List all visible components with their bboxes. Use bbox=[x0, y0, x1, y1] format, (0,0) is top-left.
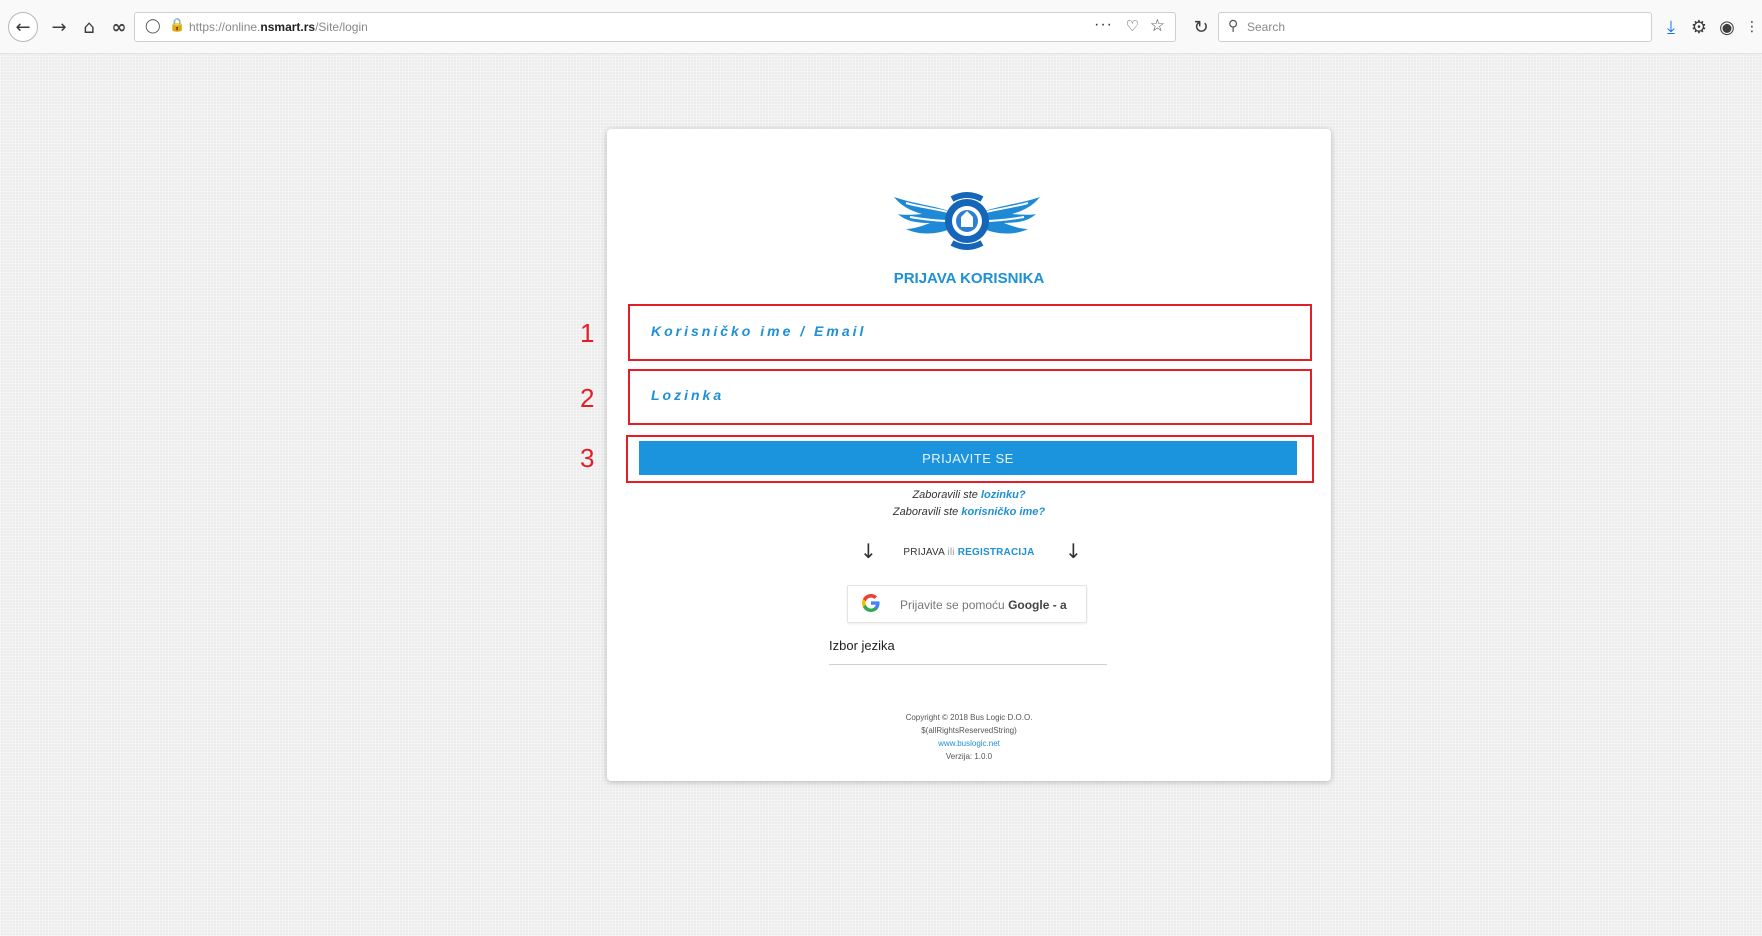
password-input[interactable] bbox=[631, 371, 1307, 419]
language-select-underline bbox=[829, 664, 1107, 665]
mode-login-label: PRIJAVA bbox=[903, 547, 945, 558]
back-arrow-icon[interactable]: ← bbox=[8, 12, 38, 42]
page-actions-icon[interactable]: ··· bbox=[1094, 16, 1113, 34]
pocket-icon[interactable]: ♡ bbox=[1126, 17, 1139, 35]
username-input[interactable] bbox=[631, 307, 1307, 355]
url-text[interactable]: https://online.nsmart.rs/Site/login bbox=[189, 20, 368, 34]
login-button[interactable]: PRIJAVITE SE bbox=[639, 441, 1297, 475]
down-arrow-icon: ↓ bbox=[1065, 539, 1082, 563]
page-title: PRIJAVA KORISNIKA bbox=[893, 270, 1045, 287]
star-icon[interactable]: ☆ bbox=[1150, 16, 1165, 36]
home-icon[interactable]: ⌂ bbox=[74, 12, 104, 42]
forgot-prefix: Zaboravili ste bbox=[892, 506, 959, 518]
footer-copyright: Copyright © 2018 Bus Logic D.O.O. bbox=[905, 713, 1033, 722]
annotation-number-3: 3 bbox=[580, 443, 595, 473]
reload-icon[interactable]: ↻ bbox=[1186, 12, 1216, 42]
forgot-username-row: Zaboravili ste korisničko ime? bbox=[607, 506, 1331, 518]
search-input[interactable] bbox=[1247, 17, 1627, 37]
annotation-number-1: 1 bbox=[580, 318, 595, 348]
download-icon[interactable]: ⤓ bbox=[1656, 12, 1686, 42]
forgot-username-link[interactable]: korisničko ime? bbox=[961, 506, 1045, 518]
search-icon: ⚲ bbox=[1228, 18, 1239, 34]
mode-switch-row: PRIJAVA ili REGISTRACIJA bbox=[607, 547, 1331, 558]
google-signin-label: Prijavite se pomoću Google - a bbox=[900, 598, 1067, 612]
register-link[interactable]: REGISTRACIJA bbox=[958, 547, 1035, 558]
forgot-password-row: Zaboravili ste lozinku? bbox=[607, 489, 1331, 501]
gear-icon[interactable]: ⚙ bbox=[1684, 12, 1714, 42]
login-card: PRIJAVA KORISNIKA PRIJAVITE SE Zaboravil… bbox=[607, 129, 1331, 781]
menu-icon[interactable]: ⋮ bbox=[1742, 12, 1762, 42]
account-icon[interactable]: ◉ bbox=[1712, 12, 1742, 42]
language-select[interactable]: Izbor jezika bbox=[829, 638, 895, 653]
infinity-icon[interactable]: ∞ bbox=[104, 12, 134, 42]
search-bar[interactable]: ⚲ bbox=[1218, 12, 1652, 42]
forward-arrow-icon[interactable]: → bbox=[44, 12, 74, 42]
shield-icon[interactable]: ◯ bbox=[145, 18, 161, 34]
google-icon bbox=[862, 594, 880, 612]
footer-website-link[interactable]: www.buslogic.net bbox=[607, 739, 1331, 748]
footer-rights: $(allRightsReservedString) bbox=[921, 726, 1017, 735]
google-signin-button[interactable]: Prijavite se pomoću Google - a bbox=[847, 585, 1087, 623]
url-bar[interactable]: ◯ 🔒 https://online.nsmart.rs/Site/login … bbox=[134, 12, 1176, 42]
logo-icon bbox=[894, 192, 1040, 250]
browser-toolbar: ← → ⌂ ∞ ◯ 🔒 https://online.nsmart.rs/Sit… bbox=[0, 0, 1762, 54]
footer-version: Verzija: 1.0.0 bbox=[945, 752, 993, 761]
annotation-number-2: 2 bbox=[580, 383, 595, 413]
forgot-password-link[interactable]: lozinku? bbox=[981, 489, 1026, 501]
mode-ili-label: ili bbox=[947, 547, 955, 558]
forgot-prefix: Zaboravili ste bbox=[912, 489, 978, 501]
lock-icon[interactable]: 🔒 bbox=[169, 18, 185, 33]
